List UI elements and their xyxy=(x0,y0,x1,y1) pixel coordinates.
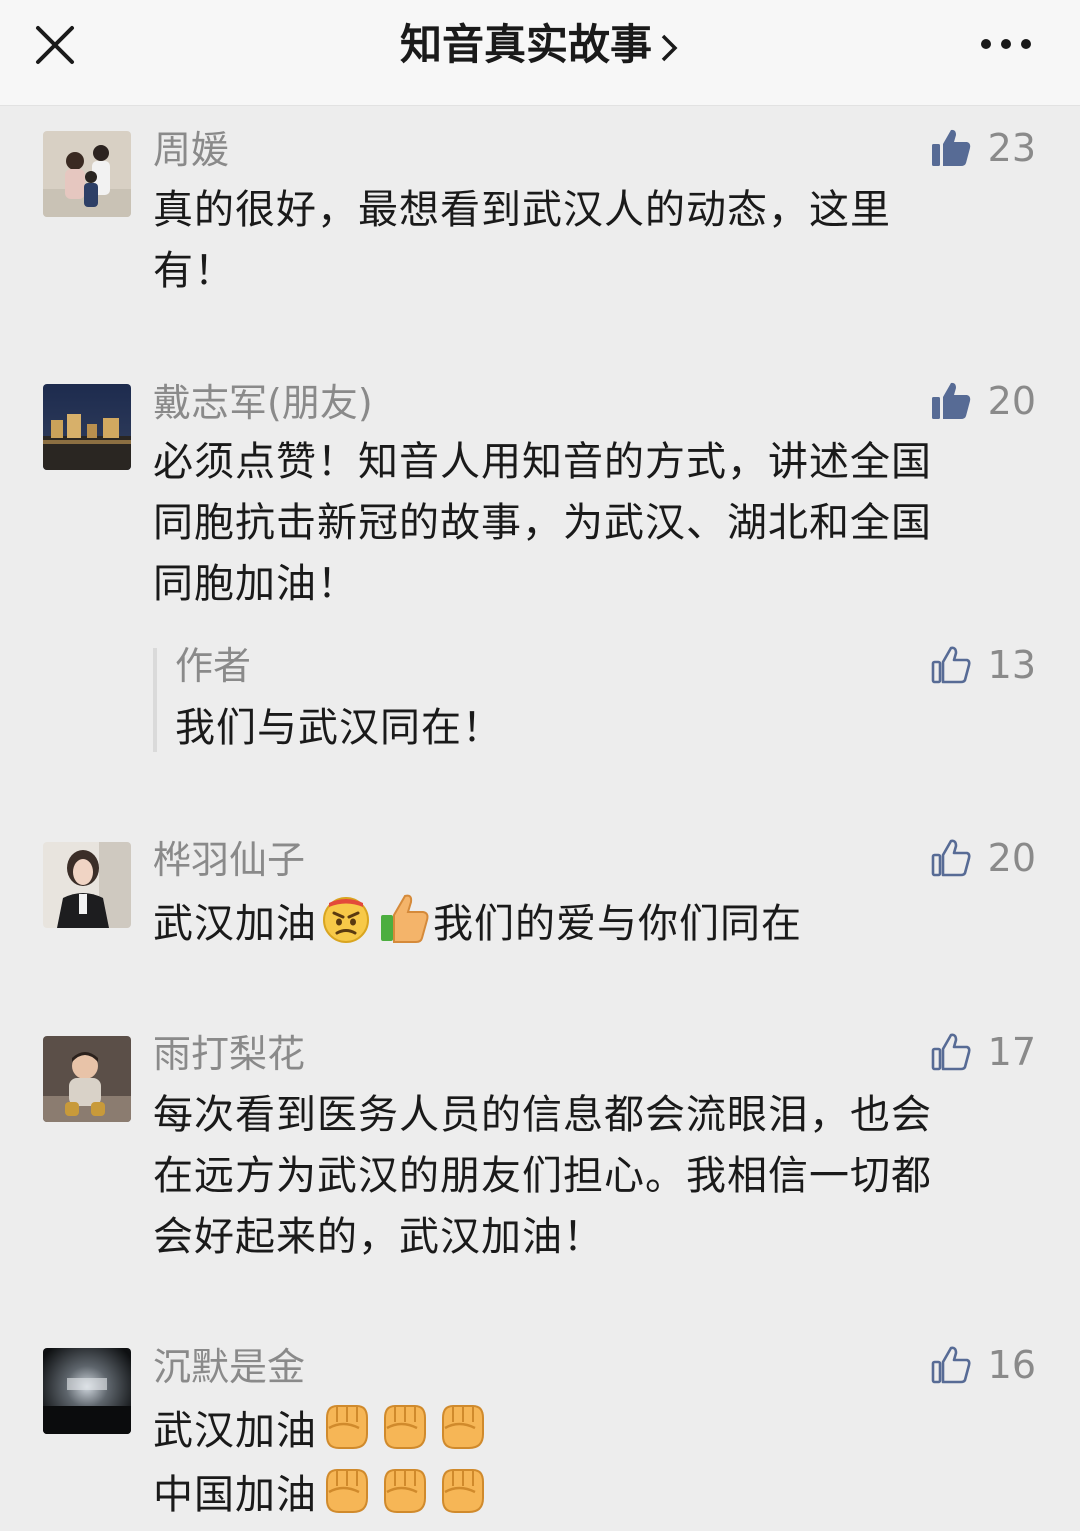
comment-author[interactable]: 周媛 xyxy=(153,126,229,174)
author-reply: 作者 我们与武汉同在！ xyxy=(153,644,1043,752)
comment-text-part: 武汉加油 xyxy=(153,901,317,947)
comment-text-line: 同胞加油！ xyxy=(153,561,358,607)
like-count: 16 xyxy=(987,1343,1036,1387)
reply-author: 作者 xyxy=(175,644,252,688)
comment-text: 武汉加油 我们的爱与你们同在 xyxy=(153,891,1053,955)
comment-text-line: 真的很好，最想看到武汉人的动态，这里 xyxy=(153,187,891,233)
thumbs-up-outline-icon xyxy=(931,1033,971,1071)
like-button[interactable]: 16 xyxy=(930,1341,1036,1389)
angry-face-icon xyxy=(323,897,369,943)
like-button[interactable]: 20 xyxy=(930,377,1036,425)
comment-text-line: 有！ xyxy=(153,248,235,294)
thumbs-up-outline-icon xyxy=(931,646,971,684)
comment-text-line: 在远方为武汉的朋友们担心。我相信一切都 xyxy=(153,1153,932,1199)
like-count: 20 xyxy=(987,836,1036,880)
comment-text-part: 中国加油 xyxy=(153,1472,317,1518)
avatar[interactable] xyxy=(43,131,131,217)
fist-icon xyxy=(326,1469,368,1513)
comment-text-line: 武汉加油 xyxy=(153,1398,1013,1462)
avatar[interactable] xyxy=(43,384,131,470)
nav-bar: 知音真实故事 xyxy=(0,0,1080,106)
fist-icon xyxy=(384,1469,426,1513)
reply-text: 我们与武汉同在！ xyxy=(175,705,503,751)
page-title: 知音真实故事 xyxy=(399,20,652,69)
comment-author[interactable]: 雨打梨花 xyxy=(153,1030,305,1078)
comment-text-line: 每次看到医务人员的信息都会流眼泪，也会 xyxy=(153,1092,932,1138)
thumbs-up-icon xyxy=(381,894,429,943)
comment-text-line: 必须点赞！知音人用知音的方式，讲述全国 xyxy=(153,439,932,485)
thumbs-up-outline-icon xyxy=(931,839,971,877)
more-icon xyxy=(981,39,1031,49)
like-button[interactable]: 20 xyxy=(930,834,1036,882)
comment-text: 真的很好，最想看到武汉人的动态，这里 有！ xyxy=(153,180,1013,302)
reply-like-button[interactable]: 13 xyxy=(930,641,1036,689)
fist-icon xyxy=(384,1405,426,1449)
comment-text-part: 我们的爱与你们同在 xyxy=(433,901,802,947)
like-count: 23 xyxy=(987,126,1036,170)
avatar[interactable] xyxy=(43,842,131,928)
thumbs-up-icon xyxy=(931,129,970,166)
comment-text: 必须点赞！知音人用知音的方式，讲述全国 同胞抗击新冠的故事，为武汉、湖北和全国 … xyxy=(153,432,1013,615)
comment-text-line: 同胞抗击新冠的故事，为武汉、湖北和全国 xyxy=(153,500,932,546)
more-button[interactable] xyxy=(976,24,1036,64)
comment-text-line: 会好起来的，武汉加油！ xyxy=(153,1214,604,1260)
comment-author[interactable]: 桦羽仙子 xyxy=(153,836,305,884)
chevron-right-icon xyxy=(661,34,678,61)
fist-icon xyxy=(326,1405,368,1449)
like-button[interactable]: 17 xyxy=(930,1028,1036,1076)
comment-text: 武汉加油 中国加油 xyxy=(153,1398,1013,1526)
comment-text: 每次看到医务人员的信息都会流眼泪，也会 在远方为武汉的朋友们担心。我相信一切都 … xyxy=(153,1085,1013,1268)
like-count: 20 xyxy=(987,379,1036,423)
thumbs-up-icon xyxy=(931,382,970,419)
fist-icon xyxy=(442,1469,484,1513)
page-title-link[interactable]: 知音真实故事 xyxy=(0,20,1080,70)
like-button[interactable]: 23 xyxy=(930,124,1036,172)
comment-text-part: 武汉加油 xyxy=(153,1408,317,1454)
avatar[interactable] xyxy=(43,1036,131,1122)
fist-icon xyxy=(442,1405,484,1449)
thumbs-up-outline-icon xyxy=(931,1346,971,1384)
like-count: 17 xyxy=(987,1030,1036,1074)
comment-author[interactable]: 戴志军(朋友) xyxy=(153,379,373,427)
comment-text-line: 中国加油 xyxy=(153,1462,1013,1526)
avatar[interactable] xyxy=(43,1348,131,1434)
comment-author[interactable]: 沉默是金 xyxy=(153,1343,305,1391)
like-count: 13 xyxy=(987,643,1036,687)
